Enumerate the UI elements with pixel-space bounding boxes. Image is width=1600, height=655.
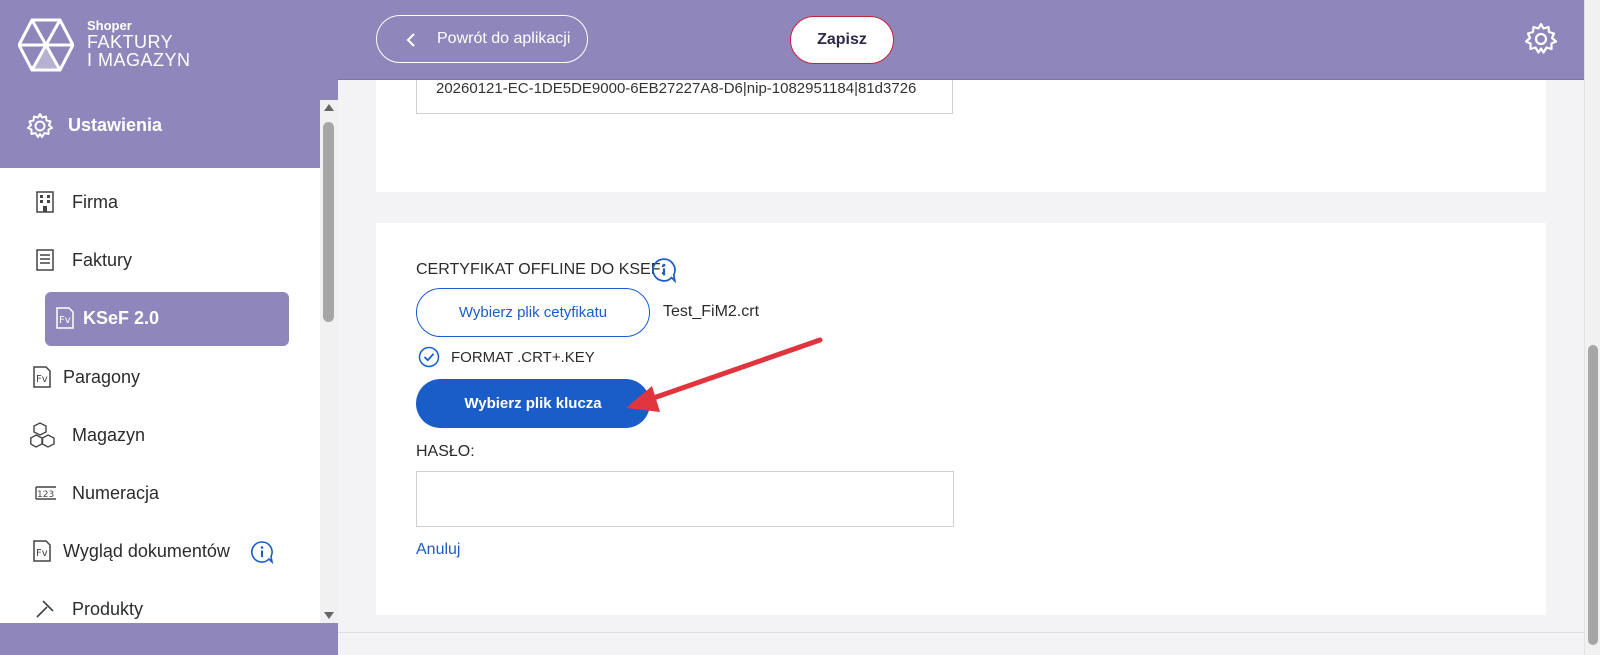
sidebar-footer bbox=[0, 623, 338, 655]
sidebar-item-label: KSeF 2.0 bbox=[83, 308, 160, 328]
fv-icon: Fv bbox=[33, 366, 51, 388]
svg-text:Fv: Fv bbox=[36, 548, 48, 559]
password-input[interactable] bbox=[416, 471, 954, 527]
back-button-label: Powrót do aplikacji bbox=[437, 30, 571, 47]
cert-file-name: Test_FiM2.crt bbox=[663, 303, 760, 320]
token-value: 20260121-EC-1DE5DE9000-6EB27227A8-D6|nip… bbox=[436, 80, 917, 97]
main-scrollbar[interactable] bbox=[1584, 0, 1600, 655]
choose-cert-file-button[interactable]: Wybierz plik cetyfikatu bbox=[416, 288, 650, 337]
numbers-icon: 123 bbox=[35, 486, 56, 500]
sidebar-item-magazyn[interactable]: Magazyn bbox=[0, 409, 320, 461]
gear-icon[interactable] bbox=[1524, 22, 1558, 56]
check-circle-icon[interactable] bbox=[418, 346, 440, 368]
main-content: 20260121-EC-1DE5DE9000-6EB27227A8-D6|nip… bbox=[338, 80, 1584, 655]
sidebar-item-label: Paragony bbox=[63, 367, 141, 387]
brand-header: Shoper FAKTURY I MAGAZYN bbox=[0, 0, 338, 82]
sidebar-item-label: Produkty bbox=[72, 599, 144, 619]
sidebar-item-label: Wygląd dokumentów bbox=[63, 541, 230, 561]
brand-small-text: Shoper bbox=[87, 18, 132, 33]
document-icon bbox=[36, 249, 54, 271]
sidebar-scroll-thumb[interactable] bbox=[323, 122, 334, 322]
chevron-left-icon bbox=[406, 33, 415, 47]
sidebar-scrollbar[interactable] bbox=[320, 100, 338, 623]
offline-cert-card: CERTYFIKAT OFFLINE DO KSEF: Wybierz plik… bbox=[376, 223, 1546, 615]
back-to-app-button[interactable]: Powrót do aplikacji bbox=[376, 15, 588, 63]
cancel-link[interactable]: Anuluj bbox=[416, 541, 460, 559]
sidebar-item-label: Firma bbox=[72, 192, 118, 212]
svg-text:Fv: Fv bbox=[59, 315, 71, 326]
sidebar-item-produkty[interactable]: Produkty bbox=[0, 583, 320, 623]
sidebar-item-label: Faktury bbox=[72, 250, 133, 270]
format-label: FORMAT .CRT+.KEY bbox=[451, 349, 595, 366]
token-card: 20260121-EC-1DE5DE9000-6EB27227A8-D6|nip… bbox=[376, 80, 1546, 192]
sidebar-item-label: Numeracja bbox=[72, 483, 160, 503]
brand-line-1: FAKTURY bbox=[87, 32, 174, 52]
fv-icon: Fv bbox=[33, 540, 51, 562]
sidebar-item-wyglad-dokumentow[interactable]: Fv Wygląd dokumentów bbox=[0, 525, 320, 577]
logo-icon bbox=[18, 18, 74, 72]
sidebar-item-label: Magazyn bbox=[72, 425, 146, 445]
svg-text:123: 123 bbox=[37, 490, 54, 500]
cert-section-label: CERTYFIKAT OFFLINE DO KSEF: bbox=[416, 261, 665, 278]
info-icon[interactable] bbox=[651, 257, 677, 283]
settings-header-label: Ustawienia bbox=[68, 115, 163, 135]
choose-key-file-button[interactable]: Wybierz plik klucza bbox=[416, 379, 650, 428]
sidebar-item-faktury[interactable]: Faktury bbox=[0, 234, 320, 286]
password-label: HASŁO: bbox=[416, 443, 475, 460]
info-icon[interactable] bbox=[250, 540, 274, 564]
svg-text:Fv: Fv bbox=[36, 374, 48, 385]
sidebar-nav: Firma Faktury Fv KSeF 2.0 Fv Paragony Ma… bbox=[0, 168, 320, 623]
top-bar: Powrót do aplikacji Zapisz bbox=[338, 0, 1584, 80]
scroll-up-icon[interactable] bbox=[324, 104, 334, 111]
fv-icon: Fv bbox=[56, 307, 74, 329]
settings-header[interactable]: Ustawienia bbox=[0, 82, 338, 168]
sidebar-item-numeracja[interactable]: 123 Numeracja bbox=[0, 467, 320, 519]
divider bbox=[338, 632, 1584, 633]
save-button[interactable]: Zapisz bbox=[790, 16, 894, 64]
brand-title: FAKTURY I MAGAZYN bbox=[87, 33, 191, 69]
sidebar-item-ksef[interactable]: Fv KSeF 2.0 bbox=[45, 292, 289, 346]
sidebar-item-paragony[interactable]: Fv Paragony bbox=[0, 351, 320, 403]
sidebar-item-firma[interactable]: Firma bbox=[0, 176, 320, 228]
token-field[interactable]: 20260121-EC-1DE5DE9000-6EB27227A8-D6|nip… bbox=[416, 80, 953, 114]
building-icon bbox=[36, 191, 54, 213]
scroll-down-icon[interactable] bbox=[324, 612, 334, 619]
boxes-icon bbox=[30, 422, 55, 448]
brand-line-2: I MAGAZYN bbox=[87, 50, 191, 70]
tools-icon bbox=[36, 600, 54, 618]
main-scroll-thumb[interactable] bbox=[1588, 345, 1598, 645]
sidebar: Shoper FAKTURY I MAGAZYN Ustawienia Firm… bbox=[0, 0, 338, 655]
gear-icon bbox=[27, 113, 53, 138]
